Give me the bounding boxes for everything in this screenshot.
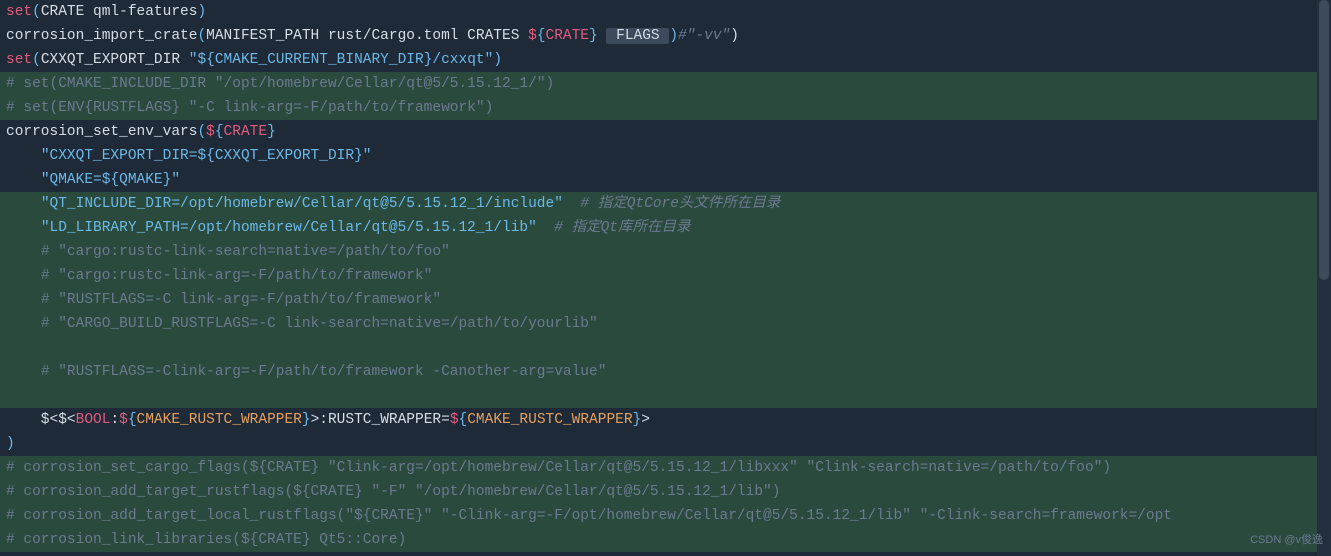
code-token: $ [528, 28, 537, 44]
code-token: $ [119, 412, 128, 428]
code-token: CMAKE_RUSTC_WRAPPER [137, 412, 302, 428]
code-token: { [215, 124, 224, 140]
code-token: } [633, 412, 642, 428]
code-token: # "cargo:rustc-link-arg=-F/path/to/frame… [41, 268, 433, 284]
code-line[interactable]: $<$<BOOL:${CMAKE_RUSTC_WRAPPER}>:RUSTC_W… [0, 408, 1331, 432]
code-line[interactable]: # "cargo:rustc-link-search=native=/path/… [0, 240, 1331, 264]
code-token: "QT_INCLUDE_DIR=/opt/homebrew/Cellar/qt@… [41, 196, 563, 212]
code-line[interactable]: # corrosion_link_libraries(${CRATE} Qt5:… [0, 528, 1331, 552]
code-token: } [302, 412, 311, 428]
code-token [6, 340, 41, 356]
code-token: # 指定QtCore头文件所在目录 [580, 196, 780, 212]
code-token [6, 316, 41, 332]
code-line[interactable]: # set(ENV{RUSTFLAGS} "-C link-arg=-F/pat… [0, 96, 1331, 120]
code-token: CRATE [224, 124, 268, 140]
code-token [6, 388, 41, 404]
code-editor[interactable]: set(CRATE qml-features)corrosion_import_… [0, 0, 1331, 552]
code-token: : [110, 412, 119, 428]
code-token: FLAGS [606, 28, 669, 44]
code-line[interactable]: # "RUSTFLAGS=-Clink-arg=-F/path/to/frame… [0, 360, 1331, 384]
code-line[interactable]: "LD_LIBRARY_PATH=/opt/homebrew/Cellar/qt… [0, 216, 1331, 240]
code-token: # "CARGO_BUILD_RUSTFLAGS=-C link-search=… [41, 316, 598, 332]
code-token: ) [493, 52, 502, 68]
code-token: "QMAKE=${QMAKE}" [41, 172, 180, 188]
code-token: ) [669, 28, 678, 44]
code-token: CRATE qml-features [41, 4, 198, 20]
code-line[interactable] [0, 384, 1331, 408]
code-token [6, 148, 41, 164]
watermark: CSDN @v俊逸 [1250, 528, 1323, 552]
code-line[interactable]: set(CRATE qml-features) [0, 0, 1331, 24]
code-line[interactable]: "QT_INCLUDE_DIR=/opt/homebrew/Cellar/qt@… [0, 192, 1331, 216]
code-token: corrosion_set_env_vars [6, 124, 197, 140]
code-token: CXXQT_EXPORT_DIR [41, 52, 189, 68]
code-line[interactable]: corrosion_import_crate(MANIFEST_PATH rus… [0, 24, 1331, 48]
scrollbar-thumb[interactable] [1319, 0, 1329, 280]
code-token: # 指定Qt库所在目录 [554, 220, 690, 236]
code-line[interactable]: # "CARGO_BUILD_RUSTFLAGS=-C link-search=… [0, 312, 1331, 336]
code-token: "CXXQT_EXPORT_DIR=${CXXQT_EXPORT_DIR}" [41, 148, 372, 164]
code-token [563, 196, 580, 212]
code-token: ( [197, 124, 206, 140]
code-token: # corrosion_link_libraries(${CRATE} Qt5:… [6, 532, 406, 548]
code-token: # corrosion_set_cargo_flags(${CRATE} "Cl… [6, 460, 1111, 476]
code-token [6, 196, 41, 212]
code-token [6, 244, 41, 260]
code-token: $ [450, 412, 459, 428]
code-line[interactable]: ) [0, 432, 1331, 456]
code-token: ( [32, 4, 41, 20]
code-token: "LD_LIBRARY_PATH=/opt/homebrew/Cellar/qt… [41, 220, 537, 236]
code-line[interactable]: set(CXXQT_EXPORT_DIR "${CMAKE_CURRENT_BI… [0, 48, 1331, 72]
code-line[interactable] [0, 336, 1331, 360]
code-token: ( [197, 28, 206, 44]
code-token: #"-vv" [678, 28, 730, 44]
code-token: > [641, 412, 650, 428]
code-token: ) [197, 4, 206, 20]
vertical-scrollbar[interactable] [1317, 0, 1331, 556]
code-token: $<$< [6, 412, 76, 428]
code-token: ) [6, 436, 15, 452]
code-line[interactable]: # "cargo:rustc-link-arg=-F/path/to/frame… [0, 264, 1331, 288]
code-token: corrosion_import_crate [6, 28, 197, 44]
code-token: CRATE [546, 28, 590, 44]
code-line[interactable]: # corrosion_add_target_rustflags(${CRATE… [0, 480, 1331, 504]
code-token: # "RUSTFLAGS=-C link-arg=-F/path/to/fram… [41, 292, 441, 308]
code-token: # set(CMAKE_INCLUDE_DIR "/opt/homebrew/C… [6, 76, 554, 92]
code-token: # "RUSTFLAGS=-Clink-arg=-F/path/to/frame… [41, 364, 607, 380]
code-token: } [589, 28, 598, 44]
code-line[interactable]: "QMAKE=${QMAKE}" [0, 168, 1331, 192]
code-token [6, 292, 41, 308]
code-token [6, 172, 41, 188]
code-token: ( [32, 52, 41, 68]
code-token: { [128, 412, 137, 428]
code-token: set [6, 52, 32, 68]
code-token: # corrosion_add_target_rustflags(${CRATE… [6, 484, 780, 500]
code-token: BOOL [76, 412, 111, 428]
code-token: # corrosion_add_target_local_rustflags("… [6, 508, 1172, 524]
code-token: { [537, 28, 546, 44]
code-token: { [459, 412, 468, 428]
code-token: set [6, 4, 32, 20]
code-line[interactable]: "CXXQT_EXPORT_DIR=${CXXQT_EXPORT_DIR}" [0, 144, 1331, 168]
code-line[interactable]: corrosion_set_env_vars(${CRATE} [0, 120, 1331, 144]
code-token: CMAKE_RUSTC_WRAPPER [467, 412, 632, 428]
code-line[interactable]: # "RUSTFLAGS=-C link-arg=-F/path/to/fram… [0, 288, 1331, 312]
code-token: } [267, 124, 276, 140]
code-line[interactable]: # corrosion_set_cargo_flags(${CRATE} "Cl… [0, 456, 1331, 480]
code-token: >:RUSTC_WRAPPER= [311, 412, 450, 428]
code-token: # set(ENV{RUSTFLAGS} "-C link-arg=-F/pat… [6, 100, 493, 116]
code-token: MANIFEST_PATH rust/Cargo.toml CRATES [206, 28, 528, 44]
code-token [6, 268, 41, 284]
code-line[interactable]: # set(CMAKE_INCLUDE_DIR "/opt/homebrew/C… [0, 72, 1331, 96]
code-token: "${CMAKE_CURRENT_BINARY_DIR}/cxxqt" [189, 52, 494, 68]
code-token: $ [206, 124, 215, 140]
code-token: ) [730, 28, 739, 44]
code-token [6, 364, 41, 380]
code-token [6, 220, 41, 236]
code-token: # "cargo:rustc-link-search=native=/path/… [41, 244, 450, 260]
code-token [537, 220, 554, 236]
code-line[interactable]: # corrosion_add_target_local_rustflags("… [0, 504, 1331, 528]
